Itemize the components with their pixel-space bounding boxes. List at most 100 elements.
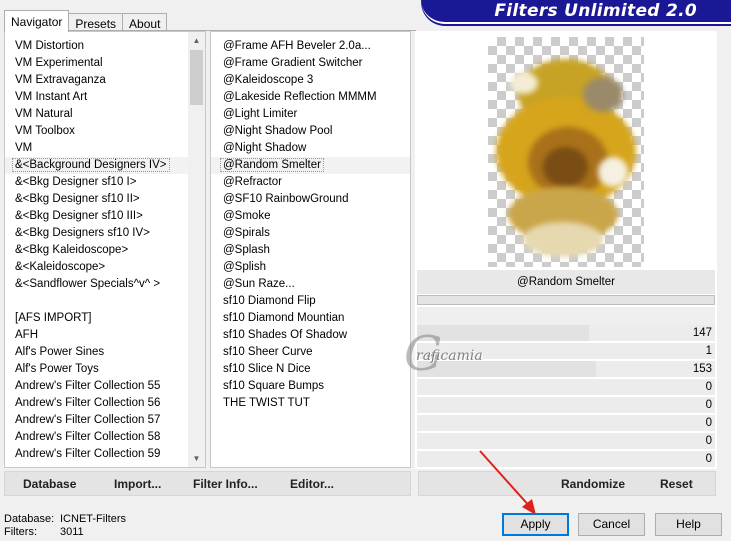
category-item[interactable]: &<Background Designers IV> (5, 157, 189, 174)
database-button[interactable]: Database (23, 477, 76, 491)
category-item[interactable]: Alf's Power Toys (5, 361, 189, 378)
category-item[interactable]: [AFS IMPORT] (5, 310, 189, 327)
filter-item[interactable]: @Night Shadow Pool (211, 123, 410, 140)
category-item[interactable]: VM Toolbox (5, 123, 189, 140)
filter-info-button[interactable]: Filter Info... (193, 477, 258, 491)
category-label: &<Bkg Kaleidoscope> (15, 244, 129, 256)
scroll-up-icon[interactable]: ▲ (188, 32, 205, 49)
filter-item[interactable]: @Splish (211, 259, 410, 276)
apply-button[interactable]: Apply (502, 513, 569, 536)
filter-item[interactable]: @SF10 RainbowGround (211, 191, 410, 208)
filter-item[interactable]: @Random Smelter (211, 157, 410, 174)
category-item[interactable]: &<Bkg Designer sf10 II> (5, 191, 189, 208)
category-item[interactable]: AFH (5, 327, 189, 344)
filter-item[interactable]: @Night Shadow (211, 140, 410, 157)
filter-label: @Splash (223, 244, 270, 256)
editor-button[interactable]: Editor... (290, 477, 334, 491)
parameter-slider[interactable]: 0 (417, 415, 715, 432)
category-item[interactable]: &<Kaleidoscope> (5, 259, 189, 276)
filter-label: @Sun Raze... (223, 278, 295, 290)
category-label: &<Bkg Designer sf10 III> (15, 210, 143, 222)
filter-label: @Night Shadow (223, 142, 307, 154)
category-item[interactable]: &<Bkg Designers sf10 IV> (5, 225, 189, 242)
filter-item[interactable]: sf10 Slice N Dice (211, 361, 410, 378)
parameter-slider[interactable]: 147 (417, 325, 715, 342)
filter-item[interactable]: sf10 Diamond Mountian (211, 310, 410, 327)
status-filters-label: Filters: (4, 526, 37, 538)
app-title: Filters Unlimited 2.0 (494, 1, 697, 21)
filter-label: sf10 Square Bumps (223, 380, 325, 392)
randomize-button[interactable]: Randomize (561, 477, 625, 491)
filter-item[interactable]: @Lakeside Reflection MMMM (211, 89, 410, 106)
parameter-slider[interactable]: 0 (417, 451, 715, 468)
category-item[interactable]: &<Bkg Kaleidoscope> (5, 242, 189, 259)
category-item[interactable]: VM Extravaganza (5, 72, 189, 89)
category-label: AFH (15, 329, 38, 341)
category-item[interactable]: VM Instant Art (5, 89, 189, 106)
filter-item[interactable]: @Sun Raze... (211, 276, 410, 293)
slider-value: 147 (692, 327, 712, 339)
filter-label: @Frame Gradient Switcher (223, 57, 363, 69)
filter-label: @Light Limiter (223, 108, 298, 120)
scroll-thumb[interactable] (190, 50, 203, 105)
help-button[interactable]: Help (655, 513, 722, 536)
filter-item[interactable]: @Frame Gradient Switcher (211, 55, 410, 72)
category-item[interactable]: VM Experimental (5, 55, 189, 72)
category-item[interactable]: VM Distortion (5, 38, 189, 55)
category-item[interactable]: VM (5, 140, 189, 157)
filter-item[interactable]: sf10 Shades Of Shadow (211, 327, 410, 344)
category-item[interactable]: &<Bkg Designer sf10 III> (5, 208, 189, 225)
filter-label: sf10 Shades Of Shadow (223, 329, 348, 341)
filter-label: @Frame AFH Beveler 2.0a... (223, 40, 371, 52)
filter-item[interactable]: @Smoke (211, 208, 410, 225)
filter-list-panel[interactable]: @Frame AFH Beveler 2.0a... @Frame Gradien… (210, 31, 411, 468)
category-item[interactable]: Andrew's Filter Collection 57 (5, 412, 189, 429)
reset-button[interactable]: Reset (660, 477, 693, 491)
category-scrollbar[interactable]: ▲ ▼ (188, 32, 205, 467)
filter-item[interactable]: @Refractor (211, 174, 410, 191)
category-list[interactable]: VM Distortion VM Experimental VM Extravaga… (5, 32, 205, 463)
filter-item[interactable]: @Kaleidoscope 3 (211, 72, 410, 89)
parameter-slider[interactable]: 0 (417, 397, 715, 414)
filter-item[interactable]: @Spirals (211, 225, 410, 242)
filter-item[interactable]: THE TWIST TUT (211, 395, 410, 412)
filter-item[interactable]: sf10 Square Bumps (211, 378, 410, 395)
slider-value: 0 (705, 435, 712, 447)
filter-item[interactable]: sf10 Sheer Curve (211, 344, 410, 361)
category-label: VM Experimental (15, 57, 103, 69)
parameter-slider[interactable]: 153 (417, 361, 715, 378)
category-item[interactable]: Andrew's Filter Collection 55 (5, 378, 189, 395)
category-item[interactable]: Andrew's Filter Collection 58 (5, 429, 189, 446)
category-label: &<Bkg Designer sf10 II> (15, 193, 140, 205)
parameter-slider[interactable]: 0 (417, 379, 715, 396)
category-item[interactable]: Andrew's Filter Collection 56 (5, 395, 189, 412)
tab-navigator[interactable]: Navigator (4, 10, 70, 32)
slider-value: 0 (705, 381, 712, 393)
filter-item[interactable]: @Frame AFH Beveler 2.0a... (211, 38, 410, 55)
parameter-slider[interactable]: 1 (417, 343, 715, 360)
import-button[interactable]: Import... (114, 477, 161, 491)
filter-label: @Splish (223, 261, 266, 273)
category-list-panel[interactable]: VM Distortion VM Experimental VM Extravaga… (4, 31, 206, 468)
filter-label: sf10 Slice N Dice (223, 363, 311, 375)
filter-label: sf10 Diamond Mountian (223, 312, 345, 324)
tab-bar: Navigator Presets About (4, 10, 168, 32)
slider-value: 0 (705, 453, 712, 465)
category-label: &<Background Designers IV> (12, 158, 170, 172)
parameter-slider[interactable]: 0 (417, 433, 715, 450)
category-item[interactable]: Alf's Power Sines (5, 344, 189, 361)
preview-area: @Random Smelter 147 1 153 0 0 0 0 0 (415, 31, 717, 469)
slider-fill (417, 343, 418, 359)
filter-item[interactable]: sf10 Diamond Flip (211, 293, 410, 310)
category-item[interactable]: Andrew's Filter Collection 59 (5, 446, 189, 463)
category-item[interactable]: &<Bkg Designer sf10 I> (5, 174, 189, 191)
category-item[interactable]: VM Natural (5, 106, 189, 123)
scroll-down-icon[interactable]: ▼ (188, 450, 205, 467)
filter-label: @SF10 RainbowGround (223, 193, 349, 205)
category-item[interactable]: &<Sandflower Specials^v^ > (5, 276, 189, 293)
preview-filter-name: @Random Smelter (417, 270, 715, 294)
filter-item[interactable]: @Splash (211, 242, 410, 259)
cancel-button[interactable]: Cancel (578, 513, 645, 536)
filter-item[interactable]: @Light Limiter (211, 106, 410, 123)
filter-list[interactable]: @Frame AFH Beveler 2.0a... @Frame Gradien… (211, 32, 410, 412)
